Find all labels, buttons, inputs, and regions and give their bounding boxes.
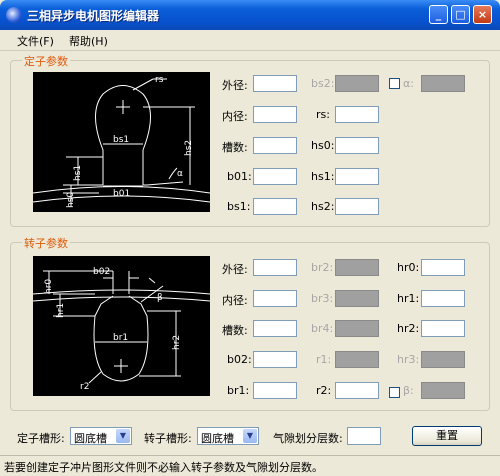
close-button[interactable]: ×: [473, 5, 492, 24]
rotor-label-hr1: hr1: [56, 303, 66, 318]
stator-b01-input[interactable]: [253, 168, 297, 185]
airgap-layers-label: 气隙划分层数:: [273, 432, 343, 445]
window-title: 三相异步电机图形编辑器: [27, 9, 160, 23]
stator-outer-diameter-label: 外径:: [222, 79, 248, 92]
rotor-hr3-label: hr3:: [397, 353, 420, 366]
rotor-r2-input[interactable]: [335, 382, 379, 399]
stator-slots-input[interactable]: [253, 137, 297, 154]
rotor-hr3-input[interactable]: [421, 351, 465, 368]
rotor-slot-type-value: 圆底槽: [201, 432, 234, 445]
stator-group-title: 定子参数: [22, 53, 70, 69]
rotor-slots-input[interactable]: [253, 320, 297, 337]
rotor-outer-diameter-label: 外径:: [222, 263, 248, 276]
rotor-b02-input[interactable]: [253, 351, 297, 368]
rotor-outer-diameter-input[interactable]: [253, 259, 297, 276]
rotor-br4-input[interactable]: [335, 320, 379, 337]
status-bar: 若要创建定子冲片图形文件则不必输入转子参数及气隙划分层数。: [0, 455, 500, 476]
rotor-beta-checkbox[interactable]: [389, 387, 400, 398]
stator-label-hs0: hs0: [66, 192, 76, 208]
stator-rs-input[interactable]: [335, 106, 379, 123]
stator-slots-label: 槽数:: [222, 141, 248, 154]
stator-label-rs: rs: [155, 75, 164, 85]
airgap-layers-input[interactable]: [347, 427, 381, 445]
rotor-label-br1: br1: [113, 333, 128, 343]
rotor-br1-input[interactable]: [253, 382, 297, 399]
rotor-br4-label: br4:: [311, 322, 334, 335]
stator-label-b01: b01: [113, 189, 130, 199]
chevron-down-icon[interactable]: ▼: [116, 429, 130, 443]
stator-bs1-label: bs1:: [227, 200, 251, 213]
minimize-button[interactable]: _: [429, 5, 448, 24]
chevron-down-icon[interactable]: ▼: [243, 429, 257, 443]
stator-label-hs1: hs1: [73, 165, 83, 181]
stator-alpha-label: α:: [403, 77, 414, 90]
rotor-br1-label: br1:: [227, 384, 250, 397]
title-bar[interactable]: 三相异步电机图形编辑器 _ □ ×: [0, 0, 500, 30]
stator-slot-type-value: 圆底槽: [74, 432, 107, 445]
rotor-br3-label: br3:: [311, 292, 334, 305]
stator-hs1-input[interactable]: [335, 168, 379, 185]
rotor-slot-diagram: hr0 b02 hr1 hr2 br1 r2 β: [32, 256, 211, 396]
rotor-label-beta: β: [157, 293, 163, 303]
rotor-label-hr0: hr0: [44, 279, 54, 294]
rotor-inner-diameter-input[interactable]: [253, 290, 297, 307]
rotor-hr0-input[interactable]: [421, 259, 465, 276]
rotor-r1-label: r1:: [316, 353, 332, 366]
rotor-r2-label: r2:: [316, 384, 332, 397]
rotor-br3-input[interactable]: [335, 290, 379, 307]
rotor-hr2-input[interactable]: [421, 320, 465, 337]
rotor-slot-type-label: 转子槽形:: [144, 432, 192, 445]
reset-button[interactable]: 重置: [412, 426, 482, 446]
rotor-slots-label: 槽数:: [222, 324, 248, 337]
stator-slot-type-select[interactable]: 圆底槽 ▼: [70, 427, 132, 445]
rotor-hr1-label: hr1:: [397, 292, 420, 305]
rotor-hr2-label: hr2:: [397, 322, 420, 335]
stator-bs1-input[interactable]: [253, 198, 297, 215]
stator-outer-diameter-input[interactable]: [253, 75, 297, 92]
rotor-label-hr2: hr2: [172, 335, 182, 350]
maximize-button[interactable]: □: [451, 5, 470, 24]
stator-hs0-label: hs0:: [311, 139, 335, 152]
stator-label-hs2: hs2: [184, 140, 194, 156]
stator-hs1-label: hs1:: [311, 170, 335, 183]
stator-alpha-checkbox[interactable]: [389, 78, 400, 89]
stator-alpha-input[interactable]: [421, 75, 465, 92]
menu-file[interactable]: 文件(F): [17, 33, 54, 49]
app-icon: [6, 7, 22, 23]
rotor-hr0-label: hr0:: [397, 261, 420, 274]
stator-slot-diagram: rs bs1 hs1 hs2 hs0 b01 α: [32, 72, 211, 212]
rotor-beta-input[interactable]: [421, 382, 465, 399]
stator-label-bs1: bs1: [113, 135, 129, 145]
rotor-slot-type-select[interactable]: 圆底槽 ▼: [197, 427, 259, 445]
rotor-group-title: 转子参数: [22, 235, 70, 251]
rotor-hr1-input[interactable]: [421, 290, 465, 307]
stator-inner-diameter-input[interactable]: [253, 106, 297, 123]
rotor-label-r2: r2: [80, 382, 89, 392]
stator-hs2-label: hs2:: [311, 200, 335, 213]
rotor-b02-label: b02:: [227, 353, 252, 366]
stator-hs0-input[interactable]: [335, 137, 379, 154]
menu-help[interactable]: 帮助(H): [69, 33, 108, 49]
rotor-beta-label: β:: [403, 384, 414, 397]
menu-bar: 文件(F) 帮助(H): [0, 30, 500, 51]
stator-b01-label: b01:: [227, 170, 252, 183]
rotor-inner-diameter-label: 内径:: [222, 294, 248, 307]
stator-bs2-input[interactable]: [335, 75, 379, 92]
rotor-br2-input[interactable]: [335, 259, 379, 276]
stator-slot-type-label: 定子槽形:: [17, 432, 65, 445]
rotor-r1-input[interactable]: [335, 351, 379, 368]
stator-bs2-label: bs2:: [311, 77, 335, 90]
status-text: 若要创建定子冲片图形文件则不必输入转子参数及气隙划分层数。: [4, 461, 323, 474]
stator-label-alpha: α: [177, 169, 183, 179]
rotor-label-b02: b02: [93, 267, 110, 277]
stator-hs2-input[interactable]: [335, 198, 379, 215]
stator-inner-diameter-label: 内径:: [222, 110, 248, 123]
rotor-br2-label: br2:: [311, 261, 334, 274]
stator-rs-label: rs:: [316, 108, 330, 121]
